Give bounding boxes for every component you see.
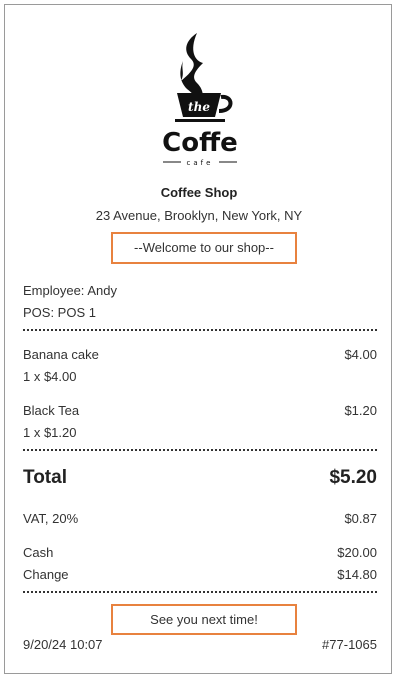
pos-label: POS: POS 1: [23, 305, 96, 320]
coffee-cup-logo-icon: the Coffe cafe: [162, 33, 238, 167]
welcome-message: --Welcome to our shop--: [111, 232, 297, 264]
vat-label: VAT, 20%: [23, 511, 79, 526]
divider: [23, 591, 377, 593]
receipt-datetime: 9/20/24 10:07: [23, 637, 103, 652]
change-label: Change: [23, 567, 69, 582]
item-price: $4.00: [344, 347, 377, 362]
item-price: $1.20: [344, 403, 377, 418]
logo-badge-text: the: [188, 100, 210, 114]
logo-word: Coffe: [162, 128, 238, 158]
total-value: $5.20: [329, 467, 377, 488]
employee-label: Employee: Andy: [23, 283, 117, 298]
shop-name: Coffee Shop: [160, 185, 238, 200]
receipt-number: #77-1065: [322, 637, 377, 652]
item-name: Black Tea: [23, 403, 80, 418]
item-name: Banana cake: [23, 347, 99, 362]
cash-label: Cash: [23, 545, 54, 560]
total-label: Total: [23, 467, 67, 488]
item-detail: 1 x $1.20: [23, 425, 77, 440]
farewell-message: See you next time!: [111, 604, 297, 635]
divider: [23, 329, 377, 331]
logo-tagline: cafe: [187, 159, 214, 167]
change-value: $14.80: [337, 567, 377, 582]
item-detail: 1 x $4.00: [23, 369, 77, 384]
receipt: the Coffe cafe Coffee Shop 23 Avenue, Br…: [4, 4, 392, 674]
cash-value: $20.00: [337, 545, 377, 560]
shop-address: 23 Avenue, Brooklyn, New York, NY: [95, 208, 303, 223]
vat-value: $0.87: [344, 511, 377, 526]
divider: [23, 449, 377, 451]
